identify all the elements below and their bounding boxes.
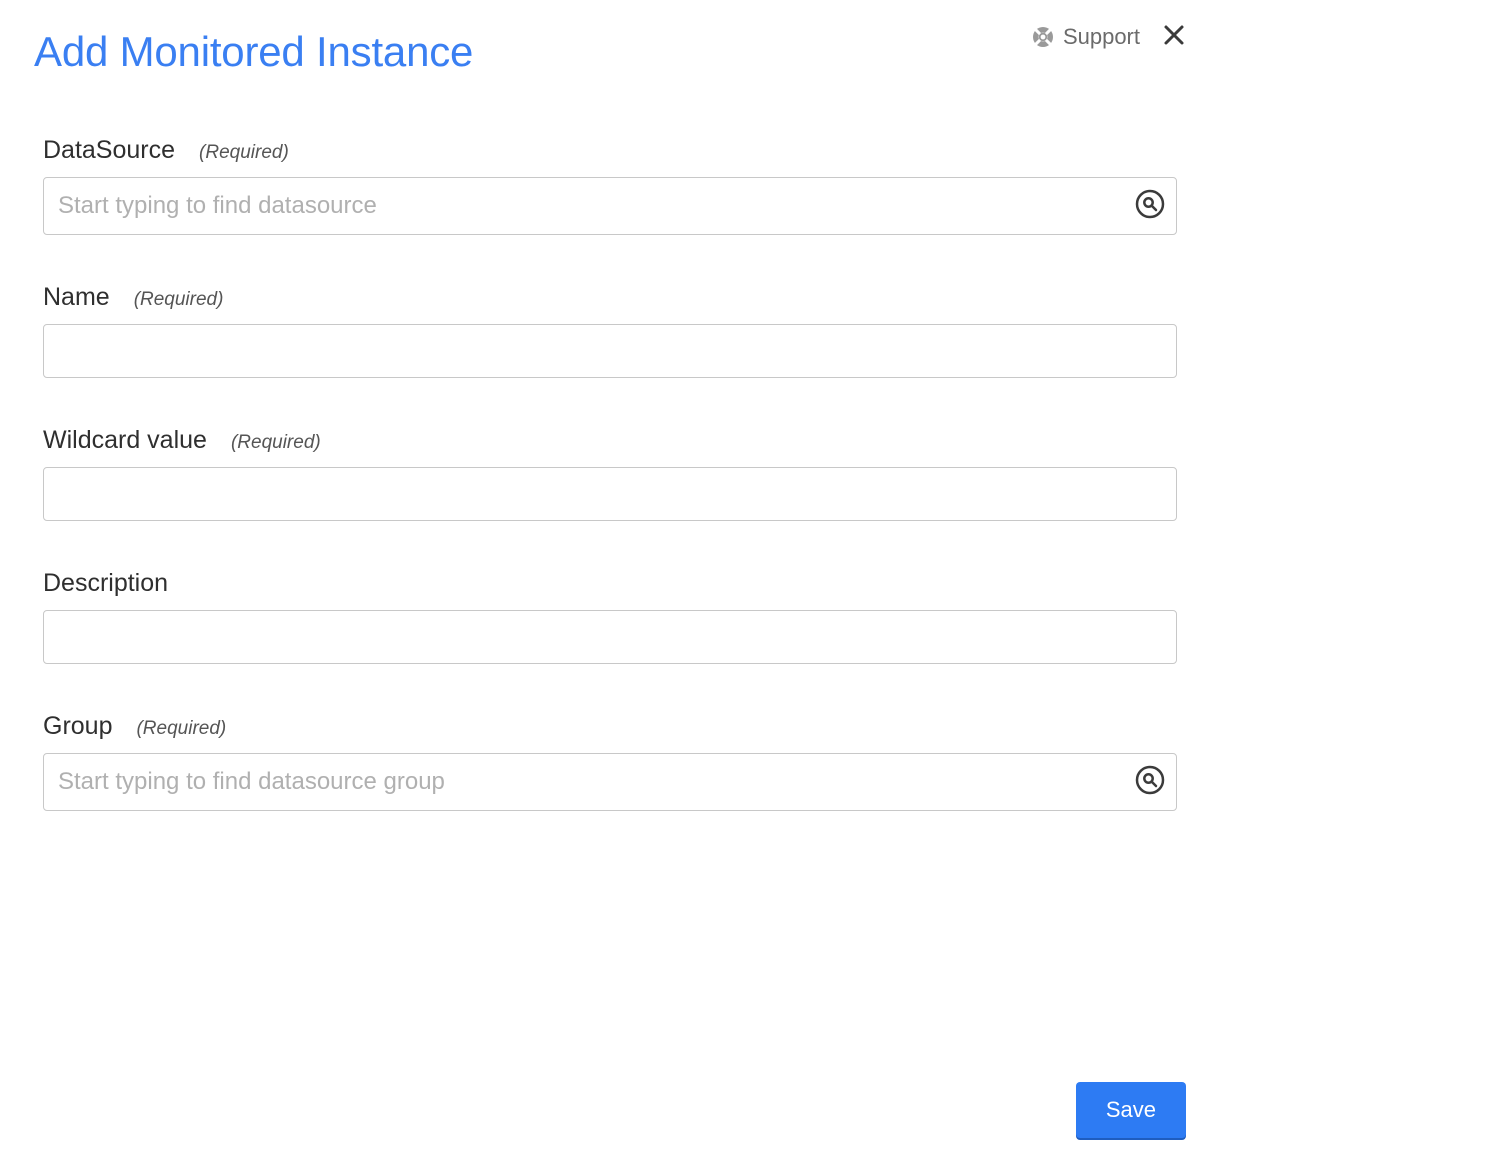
field-datasource: DataSource (Required) xyxy=(43,136,1177,235)
support-link[interactable]: Support xyxy=(1031,24,1140,50)
field-name: Name (Required) xyxy=(43,283,1177,378)
dialog-title: Add Monitored Instance xyxy=(34,28,473,76)
dialog-container: Add Monitored Instance Support xyxy=(0,0,1220,1172)
save-button[interactable]: Save xyxy=(1076,1082,1186,1138)
dialog-header: Add Monitored Instance Support xyxy=(34,28,1186,76)
input-wrap xyxy=(43,324,1177,378)
search-icon xyxy=(1135,765,1165,800)
name-label: Name xyxy=(43,283,110,312)
field-label-row: Group (Required) xyxy=(43,712,1177,741)
field-label-row: Name (Required) xyxy=(43,283,1177,312)
input-wrap xyxy=(43,177,1177,235)
input-wrap xyxy=(43,610,1177,664)
wildcard-label: Wildcard value xyxy=(43,426,207,455)
required-hint: (Required) xyxy=(134,289,224,311)
input-wrap xyxy=(43,753,1177,811)
datasource-label: DataSource xyxy=(43,136,175,165)
dialog-footer: Save xyxy=(1076,1082,1186,1138)
required-hint: (Required) xyxy=(136,718,226,740)
field-wildcard: Wildcard value (Required) xyxy=(43,426,1177,521)
field-label-row: Description xyxy=(43,569,1177,598)
field-label-row: DataSource (Required) xyxy=(43,136,1177,165)
search-icon xyxy=(1135,189,1165,224)
name-input[interactable] xyxy=(43,324,1177,378)
input-wrap xyxy=(43,467,1177,521)
description-label: Description xyxy=(43,569,168,598)
close-icon xyxy=(1162,23,1186,52)
wildcard-input[interactable] xyxy=(43,467,1177,521)
field-label-row: Wildcard value (Required) xyxy=(43,426,1177,455)
form-body: DataSource (Required) xyxy=(34,136,1186,811)
datasource-search-button[interactable] xyxy=(1135,191,1165,221)
support-label: Support xyxy=(1063,24,1140,50)
header-actions: Support xyxy=(1031,24,1186,50)
field-description: Description xyxy=(43,569,1177,664)
group-input[interactable] xyxy=(43,753,1177,811)
close-button[interactable] xyxy=(1162,25,1186,49)
group-search-button[interactable] xyxy=(1135,767,1165,797)
datasource-input[interactable] xyxy=(43,177,1177,235)
lifebuoy-icon xyxy=(1031,25,1055,49)
field-group: Group (Required) xyxy=(43,712,1177,811)
description-input[interactable] xyxy=(43,610,1177,664)
group-label: Group xyxy=(43,712,112,741)
required-hint: (Required) xyxy=(231,432,321,454)
required-hint: (Required) xyxy=(199,142,289,164)
